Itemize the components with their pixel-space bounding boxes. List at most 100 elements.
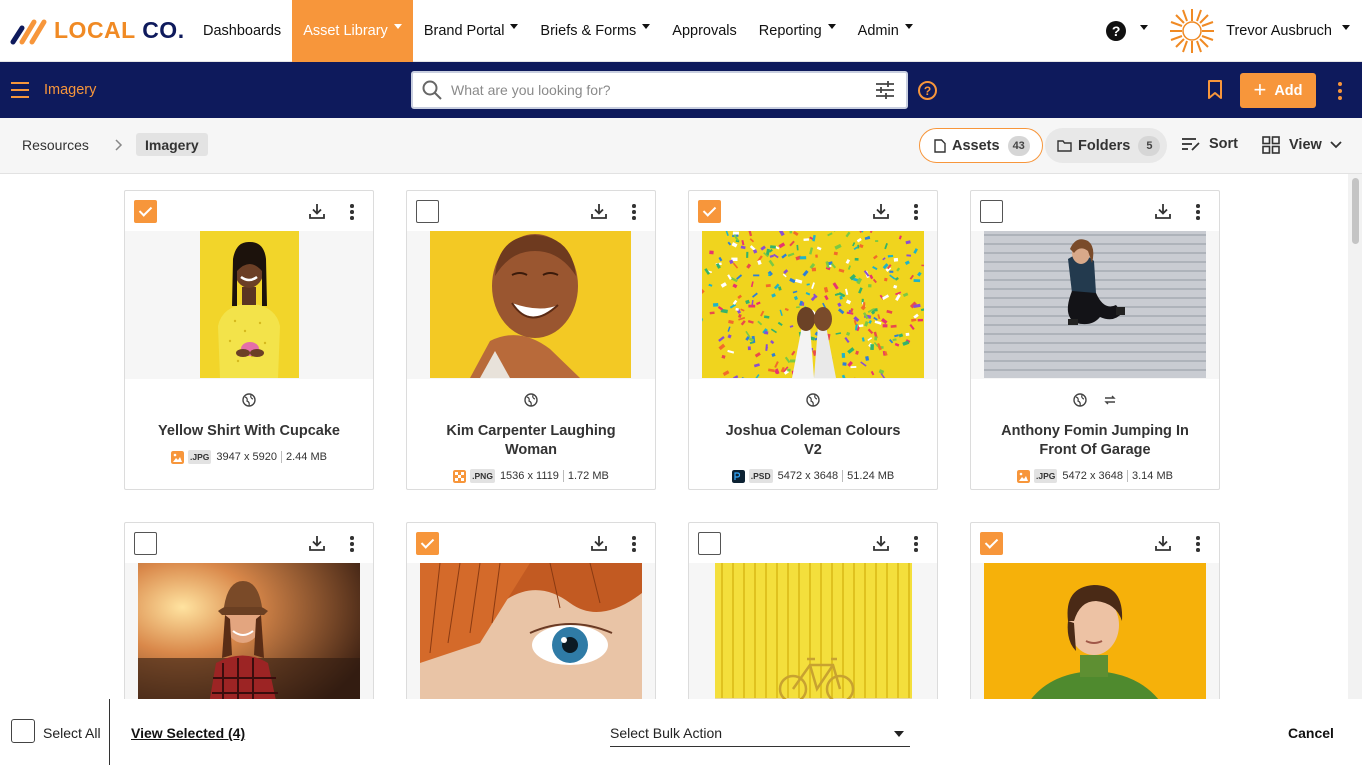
chevron-down-icon	[1330, 141, 1342, 149]
image-dimensions: 5472 x 3648	[777, 470, 839, 482]
logo-text-co: CO.	[142, 17, 185, 43]
select-all-label[interactable]: Select All	[43, 725, 101, 741]
tab-folders[interactable]: Folders 5	[1045, 128, 1167, 163]
breadcrumb-bar: Resources Imagery Assets 43 Folders 5 Sort…	[0, 118, 1362, 174]
asset-card[interactable]: Joshua Coleman Colours V2 .PSD 5472 x 36…	[688, 190, 938, 490]
asset-card[interactable]	[124, 522, 374, 699]
file-size: 51.24 MB	[847, 470, 895, 482]
asset-card[interactable]	[406, 522, 656, 699]
asset-checkbox[interactable]	[698, 532, 721, 555]
asset-card[interactable]: Kim Carpenter Laughing Woman .PNG 1536 x…	[406, 190, 656, 490]
folder-icon	[1057, 140, 1072, 152]
download-icon[interactable]	[308, 534, 326, 552]
file-icon	[934, 138, 946, 153]
globe-icon	[806, 393, 820, 407]
asset-checkbox[interactable]	[416, 532, 439, 555]
scrollbar-thumb[interactable]	[1352, 178, 1359, 244]
asset-thumbnail[interactable]	[689, 563, 937, 699]
file-extension: .PSD	[748, 469, 773, 483]
chevron-down-icon	[510, 24, 519, 29]
hamburger-menu-icon[interactable]	[11, 82, 29, 98]
bulk-action-bar: Select All View Selected (4) Select Bulk…	[0, 699, 1362, 765]
sort-icon	[1182, 138, 1200, 151]
asset-card[interactable]	[688, 522, 938, 699]
help-icon[interactable]: ?	[1106, 21, 1127, 41]
chevron-down-icon	[827, 24, 836, 29]
download-icon[interactable]	[1154, 202, 1172, 220]
more-options-icon[interactable]	[1338, 82, 1342, 103]
breadcrumb-resources[interactable]: Resources	[22, 137, 89, 153]
image-dimensions: 5472 x 3648	[1062, 470, 1123, 482]
local-co-logo[interactable]: LOCAL CO.	[10, 0, 190, 62]
asset-checkbox[interactable]	[980, 532, 1003, 555]
card-more-icon[interactable]	[914, 204, 918, 222]
search-help-icon[interactable]: ?	[918, 81, 937, 100]
grid-view-icon	[1262, 136, 1280, 154]
asset-thumbnail[interactable]	[689, 231, 937, 379]
search-input[interactable]	[451, 82, 874, 98]
asset-checkbox[interactable]	[134, 200, 157, 223]
download-icon[interactable]	[872, 534, 890, 552]
card-more-icon[interactable]	[632, 536, 636, 554]
user-menu-chevron-icon[interactable]	[1342, 24, 1350, 30]
sort-button[interactable]: Sort	[1181, 136, 1238, 152]
download-icon[interactable]	[590, 534, 608, 552]
tab-assets[interactable]: Assets 43	[919, 128, 1043, 163]
card-more-icon[interactable]	[914, 536, 918, 554]
filter-sliders-icon[interactable]	[874, 80, 896, 100]
card-more-icon[interactable]	[1196, 536, 1200, 554]
card-more-icon[interactable]	[350, 536, 354, 554]
view-selected-link[interactable]: View Selected (4)	[131, 725, 245, 741]
asset-thumbnail[interactable]	[125, 563, 373, 699]
nav-dashboards[interactable]: Dashboards	[192, 0, 292, 62]
add-button[interactable]: + Add	[1240, 73, 1316, 108]
nav-admin[interactable]: Admin	[847, 0, 924, 62]
asset-thumbnail[interactable]	[125, 231, 373, 379]
nav-approvals[interactable]: Approvals	[661, 0, 747, 62]
download-icon[interactable]	[308, 202, 326, 220]
cancel-button[interactable]: Cancel	[1288, 725, 1334, 741]
card-more-icon[interactable]	[632, 204, 636, 222]
image-dimensions: 1536 x 1119	[499, 470, 559, 482]
help-menu-chevron-icon[interactable]	[1140, 24, 1149, 30]
asset-card[interactable]: Anthony Fomin Jumping In Front Of Garage…	[970, 190, 1220, 490]
asset-title[interactable]: Kim Carpenter Laughing Woman	[407, 422, 655, 460]
bulk-action-select[interactable]: Select Bulk Action	[610, 721, 910, 747]
asset-thumbnail[interactable]	[407, 563, 655, 699]
asset-title[interactable]: Anthony Fomin Jumping In Front Of Garage	[971, 422, 1219, 460]
asset-title[interactable]: Joshua Coleman Colours V2	[689, 422, 937, 460]
card-more-icon[interactable]	[1196, 204, 1200, 222]
select-all-checkbox[interactable]	[11, 719, 35, 743]
user-name[interactable]: Trevor Ausbruch	[1226, 23, 1332, 39]
nav-briefs-forms[interactable]: Briefs & Forms	[529, 0, 661, 62]
nav-asset-library[interactable]: Asset Library	[292, 0, 413, 62]
avatar[interactable]	[1168, 7, 1216, 55]
asset-card[interactable]	[970, 522, 1220, 699]
nav-brand-portal[interactable]: Brand Portal	[413, 0, 530, 62]
view-button[interactable]: View	[1262, 136, 1342, 154]
download-icon[interactable]	[872, 202, 890, 220]
card-more-icon[interactable]	[350, 204, 354, 222]
globe-icon	[1073, 393, 1087, 407]
asset-checkbox[interactable]	[980, 200, 1003, 223]
asset-title[interactable]: Yellow Shirt With Cupcake	[125, 422, 373, 441]
chevron-down-icon	[393, 24, 402, 29]
asset-meta: .JPG 3947 x 5920 2.44 MB	[125, 450, 373, 464]
asset-thumbnail[interactable]	[971, 231, 1219, 379]
download-icon[interactable]	[1154, 534, 1172, 552]
vertical-scrollbar[interactable]	[1348, 174, 1362, 699]
download-icon[interactable]	[590, 202, 608, 220]
nav-reporting[interactable]: Reporting	[748, 0, 847, 62]
asset-checkbox[interactable]	[134, 532, 157, 555]
asset-checkbox[interactable]	[416, 200, 439, 223]
file-size: 1.72 MB	[567, 470, 609, 482]
file-extension: .PNG	[470, 469, 495, 483]
asset-card[interactable]: Yellow Shirt With Cupcake .JPG 3947 x 59…	[124, 190, 374, 490]
asset-thumbnail[interactable]	[971, 563, 1219, 699]
sync-icon	[1104, 395, 1116, 405]
bookmark-icon[interactable]	[1207, 80, 1223, 100]
asset-thumbnail[interactable]	[407, 231, 655, 379]
section-title: Imagery	[44, 82, 97, 98]
photoshop-file-icon	[731, 469, 745, 483]
asset-checkbox[interactable]	[698, 200, 721, 223]
